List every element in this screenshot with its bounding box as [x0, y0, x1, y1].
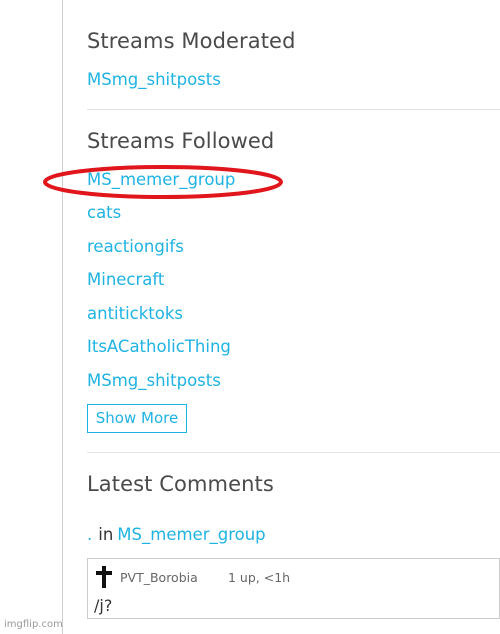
- followed-stream-link[interactable]: MS_memer_group: [87, 170, 235, 189]
- cross-icon: [96, 566, 112, 588]
- section-divider: [87, 109, 500, 110]
- moderated-stream-link[interactable]: MSmg_shitposts: [87, 70, 221, 89]
- show-more-button[interactable]: Show More: [87, 404, 187, 433]
- comment-stream-link[interactable]: MS_memer_group: [117, 525, 265, 544]
- followed-stream-link[interactable]: Minecraft: [87, 270, 164, 289]
- streams-moderated-heading: Streams Moderated: [87, 29, 296, 53]
- followed-stream-link[interactable]: ItsACatholicThing: [87, 337, 231, 356]
- section-divider: [87, 452, 500, 453]
- comment-meta: 1 up, <1h: [228, 570, 291, 585]
- comment-body: /j?: [94, 596, 113, 615]
- left-column-rule: [62, 0, 63, 634]
- comment-in-label: in: [98, 525, 114, 544]
- followed-stream-link[interactable]: reactiongifs: [87, 237, 184, 256]
- comment-context-line: . in MS_memer_group: [87, 525, 266, 544]
- streams-followed-heading: Streams Followed: [87, 129, 275, 153]
- latest-comments-heading: Latest Comments: [87, 472, 274, 496]
- comment-author-link[interactable]: PVT_Borobia: [120, 570, 198, 585]
- followed-stream-link[interactable]: cats: [87, 203, 121, 222]
- profile-sidebar-page: Streams Moderated MSmg_shitposts Streams…: [0, 0, 500, 634]
- comment-card: PVT_Borobia 1 up, <1h /j?: [87, 558, 500, 619]
- watermark: imgflip.com: [4, 619, 63, 630]
- followed-stream-link[interactable]: MSmg_shitposts: [87, 371, 221, 390]
- comment-permalink[interactable]: .: [87, 525, 92, 544]
- followed-stream-link[interactable]: antiticktoks: [87, 304, 183, 323]
